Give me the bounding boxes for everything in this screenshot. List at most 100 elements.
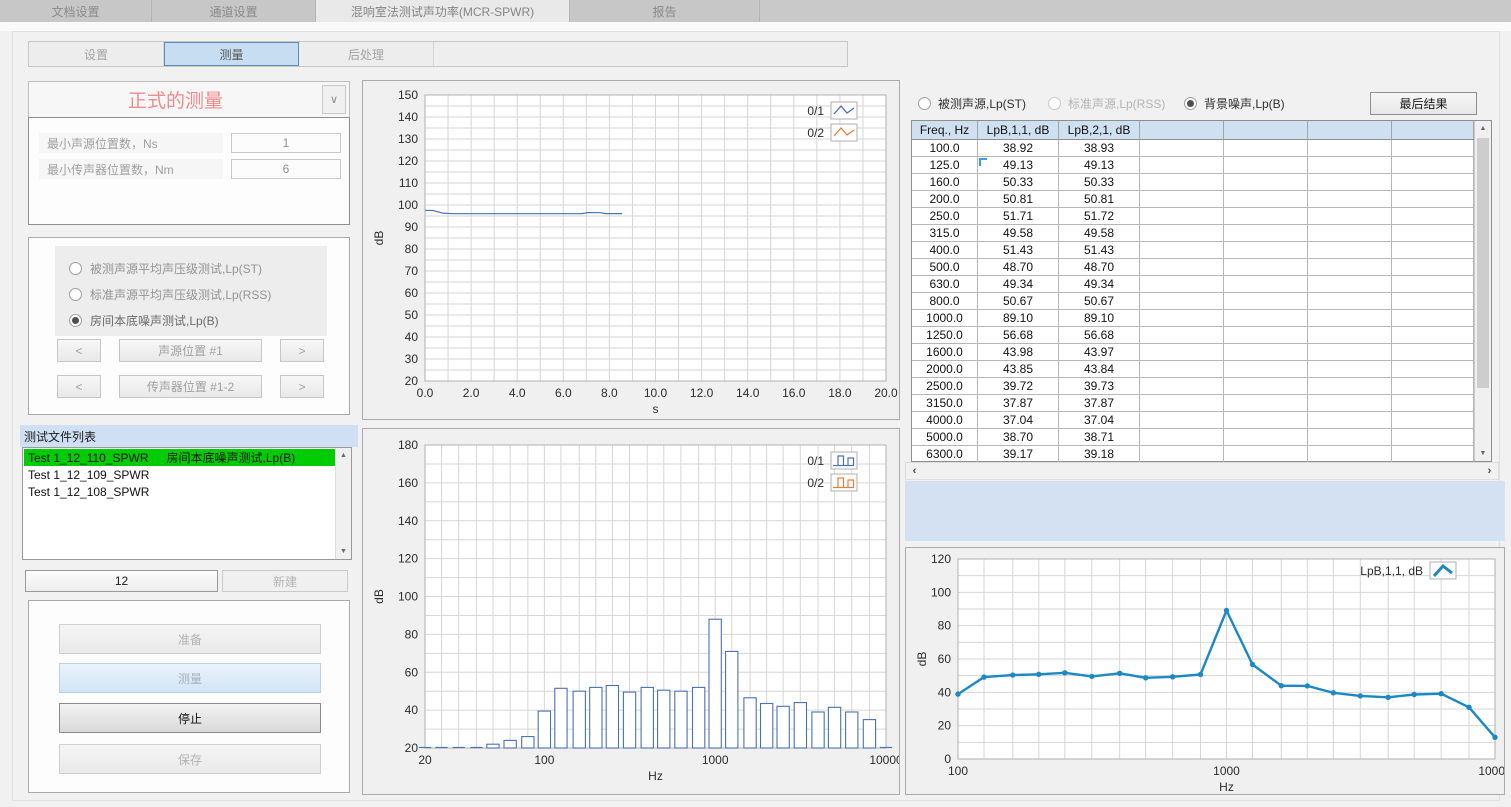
table-cell[interactable]: 43.97 xyxy=(1059,344,1140,361)
table-cell[interactable] xyxy=(1224,395,1308,412)
table-cell[interactable] xyxy=(1224,174,1308,191)
file-list-item[interactable]: Test 1_12_110_SPWR房间本底噪声测试,Lp(B) xyxy=(24,449,335,466)
table-cell[interactable] xyxy=(1392,140,1474,157)
scroll-down-icon[interactable]: ▼ xyxy=(1475,446,1491,461)
table-cell[interactable] xyxy=(1308,174,1392,191)
table-cell[interactable]: 37.87 xyxy=(1059,395,1140,412)
table-cell[interactable] xyxy=(1308,140,1392,157)
table-cell[interactable] xyxy=(1392,174,1474,191)
radio-lp-b[interactable]: 房间本底噪声测试,Lp(B) xyxy=(69,310,219,330)
table-cell[interactable]: 37.04 xyxy=(1059,412,1140,429)
table-cell[interactable] xyxy=(1308,361,1392,378)
table-cell[interactable] xyxy=(1392,344,1474,361)
table-cell[interactable] xyxy=(1392,446,1474,463)
table-cell[interactable] xyxy=(1392,378,1474,395)
table-cell[interactable]: 38.71 xyxy=(1059,429,1140,446)
radio-icon[interactable] xyxy=(69,262,82,275)
new-file-button[interactable]: 新建 xyxy=(222,570,348,592)
radio-icon[interactable] xyxy=(918,97,931,110)
table-cell[interactable]: 89.10 xyxy=(1059,310,1140,327)
measure-button[interactable]: 测量 xyxy=(59,663,321,693)
table-cell[interactable]: 38.92 xyxy=(978,140,1059,157)
scroll-up-icon[interactable]: ▲ xyxy=(1475,121,1491,136)
source-position-prev-button[interactable]: < xyxy=(57,339,101,362)
mic-position-next-button[interactable]: > xyxy=(280,375,324,398)
table-cell[interactable] xyxy=(1224,225,1308,242)
table-cell[interactable] xyxy=(1140,361,1224,378)
table-cell[interactable] xyxy=(1140,191,1224,208)
table-cell[interactable]: 39.73 xyxy=(1059,378,1140,395)
table-cell[interactable] xyxy=(1140,412,1224,429)
result-table[interactable]: Freq., HzLpB,1,1, dBLpB,2,1, dB100.038.9… xyxy=(911,120,1492,462)
table-cell[interactable] xyxy=(1308,395,1392,412)
table-cell[interactable]: 43.85 xyxy=(978,361,1059,378)
radio-icon[interactable] xyxy=(1184,97,1197,110)
mic-position-prev-button[interactable]: < xyxy=(57,375,101,398)
table-cell[interactable] xyxy=(1140,446,1224,463)
table-cell[interactable]: 49.34 xyxy=(978,276,1059,293)
table-cell[interactable]: 1000.0 xyxy=(912,310,978,327)
scroll-right-icon[interactable]: › xyxy=(1481,463,1498,479)
radio-icon[interactable] xyxy=(69,288,82,301)
min-source-positions-field[interactable]: 1 xyxy=(231,133,341,153)
radio-lp-rss[interactable]: 标准声源平均声压级测试,Lp(RSS) xyxy=(69,284,271,304)
table-cell[interactable] xyxy=(1308,378,1392,395)
table-cell[interactable]: 51.43 xyxy=(978,242,1059,259)
table-cell[interactable] xyxy=(1392,293,1474,310)
table-cell[interactable] xyxy=(1140,310,1224,327)
table-cell[interactable]: 48.70 xyxy=(1059,259,1140,276)
table-cell[interactable] xyxy=(1224,157,1308,174)
table-cell[interactable] xyxy=(1140,276,1224,293)
table-cell[interactable]: 50.67 xyxy=(978,293,1059,310)
table-cell[interactable] xyxy=(1308,446,1392,463)
table-cell[interactable]: 38.70 xyxy=(978,429,1059,446)
table-horizontal-scrollbar[interactable]: ‹ › xyxy=(905,462,1499,480)
table-cell[interactable] xyxy=(1392,361,1474,378)
table-cell[interactable]: 56.68 xyxy=(978,327,1059,344)
table-cell[interactable] xyxy=(1140,429,1224,446)
table-cell[interactable] xyxy=(1140,242,1224,259)
table-cell[interactable] xyxy=(1140,208,1224,225)
table-cell[interactable] xyxy=(1308,327,1392,344)
measurement-mode-select[interactable]: 正式的测量 ∨ xyxy=(28,81,350,118)
table-cell[interactable]: 89.10 xyxy=(978,310,1059,327)
table-cell[interactable] xyxy=(1224,293,1308,310)
table-cell[interactable]: 630.0 xyxy=(912,276,978,293)
result-radio-lp-rss[interactable]: 标准声源,Lp(RSS) xyxy=(1048,95,1165,111)
stop-button[interactable]: 停止 xyxy=(59,703,321,733)
table-cell[interactable] xyxy=(1308,276,1392,293)
table-cell[interactable]: 51.72 xyxy=(1059,208,1140,225)
table-cell[interactable]: 50.81 xyxy=(1059,191,1140,208)
table-cell[interactable] xyxy=(1308,242,1392,259)
table-cell[interactable] xyxy=(1392,242,1474,259)
table-cell[interactable] xyxy=(1308,208,1392,225)
table-cell[interactable]: 51.43 xyxy=(1059,242,1140,259)
table-cell[interactable]: 39.18 xyxy=(1059,446,1140,463)
table-cell[interactable] xyxy=(1140,140,1224,157)
table-cell[interactable]: 2500.0 xyxy=(912,378,978,395)
tab-report[interactable]: 报告 xyxy=(570,0,760,22)
table-cell[interactable] xyxy=(1224,242,1308,259)
table-cell[interactable]: 49.34 xyxy=(1059,276,1140,293)
tab-channel-settings[interactable]: 通道设置 xyxy=(152,0,316,22)
table-cell[interactable] xyxy=(1224,378,1308,395)
radio-icon[interactable] xyxy=(69,314,82,327)
file-list-scrollbar[interactable]: ▲ ▼ xyxy=(335,448,351,559)
measurement-count-button[interactable]: 12 xyxy=(25,570,218,592)
subtab-postprocess[interactable]: 后处理 xyxy=(299,42,434,66)
table-cell[interactable]: 400.0 xyxy=(912,242,978,259)
prepare-button[interactable]: 准备 xyxy=(59,624,321,654)
chevron-down-icon[interactable]: ∨ xyxy=(322,85,346,114)
table-cell[interactable]: 100.0 xyxy=(912,140,978,157)
table-cell[interactable] xyxy=(1224,327,1308,344)
min-mic-positions-field[interactable]: 6 xyxy=(231,159,341,179)
file-list[interactable]: Test 1_12_110_SPWR房间本底噪声测试,Lp(B) Test 1_1… xyxy=(22,447,352,560)
table-cell[interactable]: 800.0 xyxy=(912,293,978,310)
table-cell[interactable] xyxy=(1140,293,1224,310)
table-cell[interactable] xyxy=(1308,412,1392,429)
table-cell[interactable]: 49.58 xyxy=(1059,225,1140,242)
table-cell[interactable]: 48.70 xyxy=(978,259,1059,276)
file-list-item[interactable]: Test 1_12_108_SPWR xyxy=(24,483,335,500)
table-cell[interactable] xyxy=(1224,361,1308,378)
table-cell[interactable] xyxy=(1392,191,1474,208)
